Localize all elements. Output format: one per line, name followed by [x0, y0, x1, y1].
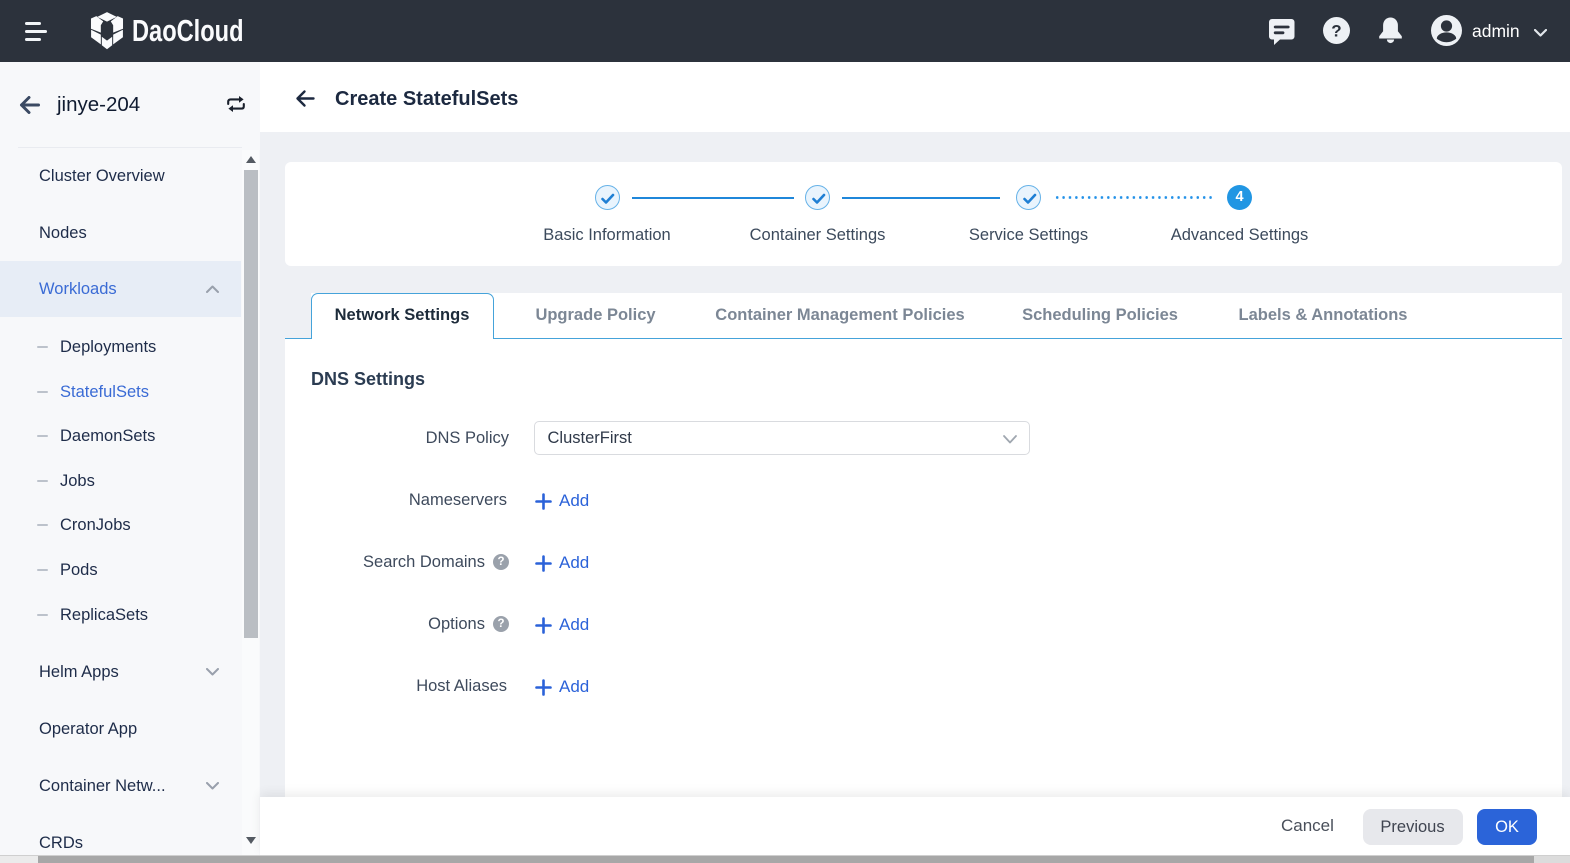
- svg-text:?: ?: [1331, 22, 1341, 41]
